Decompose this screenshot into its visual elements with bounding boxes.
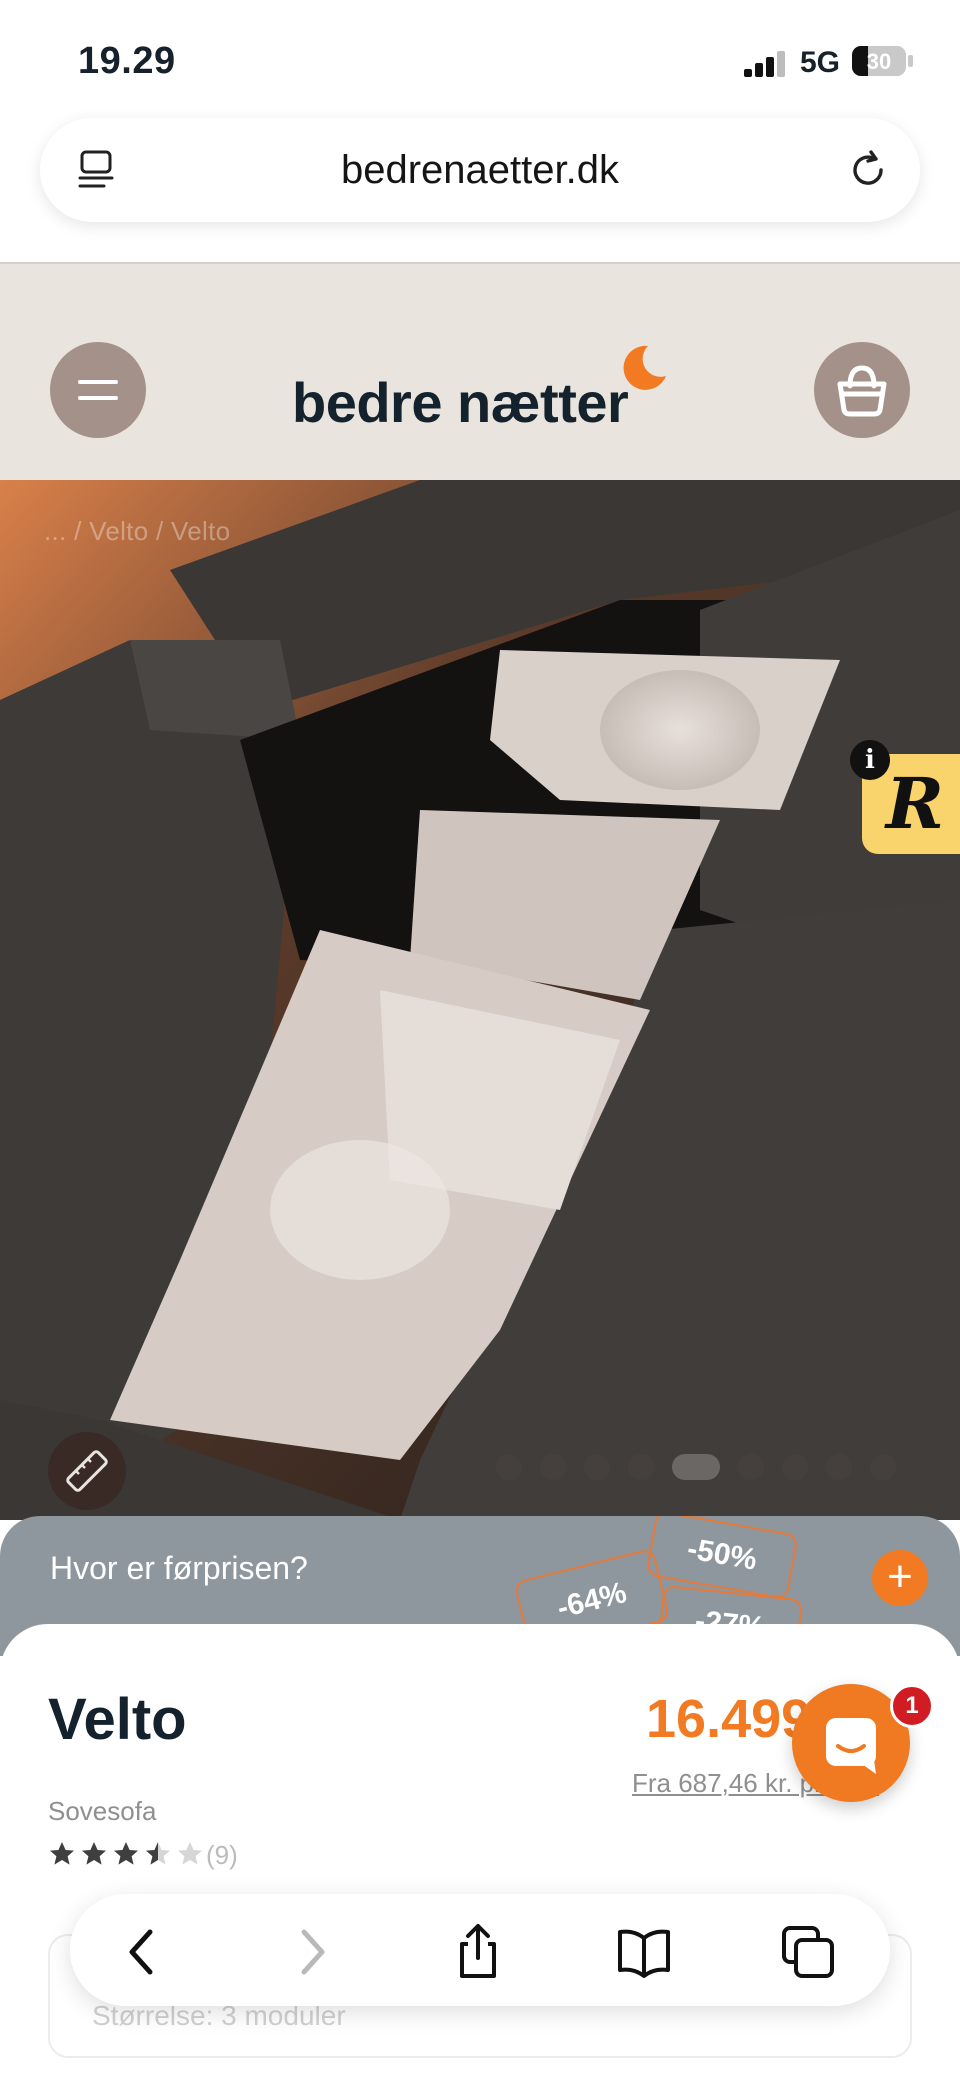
battery-percent: 30	[866, 49, 892, 74]
carousel-dot[interactable]	[584, 1454, 610, 1480]
expand-price-info-button[interactable]: +	[872, 1550, 928, 1606]
star-icon	[50, 1842, 74, 1865]
network-type: 5G	[800, 46, 841, 79]
carousel-dot-active[interactable]	[672, 1454, 720, 1480]
menu-button[interactable]	[50, 342, 146, 438]
product-category: Sovesofa	[48, 1796, 157, 1826]
status-time: 19.29	[78, 40, 176, 82]
product-title: Velto	[48, 1687, 187, 1752]
ruler-icon	[66, 1450, 108, 1492]
product-hero-image[interactable]: ... / Velto / Velto i R	[0, 480, 960, 1520]
star-icon	[114, 1842, 138, 1865]
carousel-dot[interactable]	[540, 1454, 566, 1480]
review-widget-logo: R	[885, 762, 944, 845]
star-icon	[82, 1842, 106, 1865]
review-count[interactable]: (9)	[206, 1840, 238, 1871]
page-top-strip	[0, 262, 960, 284]
carousel-dot[interactable]	[826, 1454, 852, 1480]
forward-icon[interactable]	[280, 1922, 340, 1982]
hamburger-icon-line	[78, 396, 118, 400]
chat-unread-badge: 1	[890, 1684, 934, 1728]
star-icon	[146, 1842, 170, 1865]
reload-icon[interactable]	[844, 146, 892, 194]
carousel-dot[interactable]	[628, 1454, 654, 1480]
browser-toolbar	[70, 1894, 890, 2006]
carousel-dot[interactable]	[782, 1454, 808, 1480]
battery-icon: 30	[852, 46, 906, 76]
back-icon[interactable]	[114, 1922, 174, 1982]
info-icon[interactable]: i	[850, 740, 890, 780]
carousel-dot[interactable]	[496, 1454, 522, 1480]
address-bar[interactable]: bedrenaetter.dk	[40, 118, 920, 222]
battery-tip	[908, 55, 913, 67]
cart-button[interactable]	[814, 342, 910, 438]
site-logo[interactable]: bedre nætter	[292, 370, 629, 435]
basket-icon	[837, 365, 887, 417]
carousel-dot[interactable]	[738, 1454, 764, 1480]
breadcrumb[interactable]: ... / Velto / Velto	[44, 516, 230, 547]
site-header: bedre nætter	[0, 282, 960, 480]
moon-icon	[623, 345, 666, 390]
hamburger-icon	[78, 380, 118, 384]
cellular-signal-icon	[744, 49, 788, 77]
star-icon	[178, 1842, 202, 1865]
url-text[interactable]: bedrenaetter.dk	[40, 148, 920, 193]
price-info-question: Hvor er førprisen?	[50, 1550, 308, 1586]
bookmarks-icon[interactable]	[614, 1922, 674, 1982]
status-bar: 19.29 5G 30	[0, 0, 960, 118]
product-price: 16.499	[646, 1689, 812, 1749]
measurements-button[interactable]	[48, 1432, 126, 1510]
sofa-bed-photo	[0, 480, 960, 1520]
share-icon[interactable]	[448, 1922, 508, 1982]
carousel-dot[interactable]	[870, 1454, 896, 1480]
tabs-icon[interactable]	[778, 1922, 838, 1982]
